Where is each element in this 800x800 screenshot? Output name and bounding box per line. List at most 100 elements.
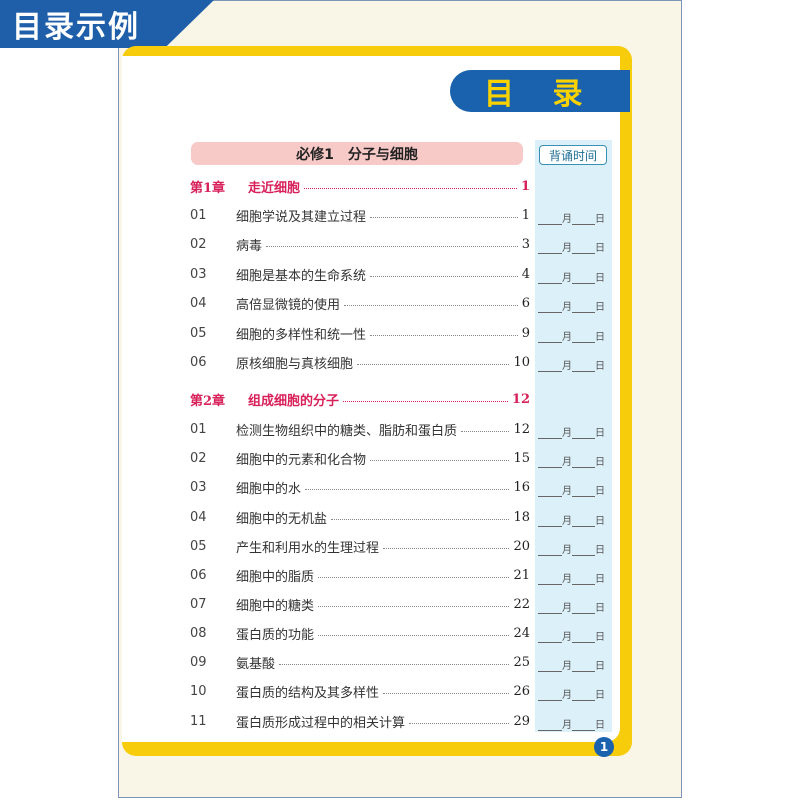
recite-date-slot[interactable]: 月日 <box>538 652 610 672</box>
day-blank[interactable] <box>572 630 595 643</box>
toc-item-row[interactable]: 01 检测生物组织中的糖类、脂肪和蛋白质 12 <box>190 418 530 440</box>
recite-date-slot[interactable]: 月日 <box>538 477 610 497</box>
day-blank[interactable] <box>572 688 595 701</box>
dot-leader <box>383 547 510 549</box>
toc-item-row[interactable]: 06 细胞中的脂质 21 <box>190 564 530 586</box>
dot-leader <box>266 245 518 247</box>
month-blank[interactable] <box>538 601 562 614</box>
day-blank[interactable] <box>572 330 595 343</box>
item-number: 02 <box>190 236 207 252</box>
toc-item-row[interactable]: 08 蛋白质的功能 24 <box>190 622 530 644</box>
recite-date-slot[interactable]: 月日 <box>538 419 610 439</box>
month-blank[interactable] <box>538 359 562 372</box>
item-number: 08 <box>190 625 207 641</box>
month-blank[interactable] <box>538 330 562 343</box>
dot-leader <box>318 605 510 607</box>
toc-item-row[interactable]: 07 细胞中的糖类 22 <box>190 593 530 615</box>
toc-item-row[interactable]: 03 细胞中的水 16 <box>190 476 530 498</box>
month-blank[interactable] <box>538 514 562 527</box>
month-blank[interactable] <box>538 659 562 672</box>
month-blank[interactable] <box>538 426 562 439</box>
item-title: 细胞是基本的生命系统 <box>236 268 367 284</box>
toc-item-row[interactable]: 04 高倍显微镜的使用 6 <box>190 292 530 314</box>
day-blank[interactable] <box>572 241 595 254</box>
day-label: 日 <box>595 545 605 556</box>
recite-date-slot[interactable]: 月日 <box>538 711 610 731</box>
day-blank[interactable] <box>572 572 595 585</box>
toc-item-row[interactable]: 10 蛋白质的结构及其多样性 26 <box>190 680 530 702</box>
chapter-title: 走近细胞 <box>248 180 301 196</box>
recite-date-slot[interactable]: 月日 <box>538 681 610 701</box>
item-number: 10 <box>190 683 207 699</box>
day-blank[interactable] <box>572 300 595 313</box>
module-heading: 必修1 分子与细胞 <box>191 142 523 165</box>
day-blank[interactable] <box>572 212 595 225</box>
page-ref: 1 <box>521 207 530 223</box>
toc-item-row[interactable]: 02 细胞中的元素和化合物 15 <box>190 447 530 469</box>
day-blank[interactable] <box>572 718 595 731</box>
day-blank[interactable] <box>572 659 595 672</box>
chapter-label: 第2章 <box>190 393 226 409</box>
recite-date-slot[interactable]: 月日 <box>538 565 610 585</box>
month-label: 月 <box>562 273 572 284</box>
day-label: 日 <box>595 574 605 585</box>
recite-date-slot[interactable]: 月日 <box>538 205 610 225</box>
recite-date-slot[interactable]: 月日 <box>538 352 610 372</box>
item-title: 原核细胞与真核细胞 <box>236 356 354 372</box>
month-blank[interactable] <box>538 718 562 731</box>
day-blank[interactable] <box>572 271 595 284</box>
day-blank[interactable] <box>572 359 595 372</box>
day-label: 日 <box>595 457 605 468</box>
day-label: 日 <box>595 632 605 643</box>
item-title: 高倍显微镜的使用 <box>236 297 341 313</box>
month-blank[interactable] <box>538 572 562 585</box>
month-blank[interactable] <box>538 241 562 254</box>
day-blank[interactable] <box>572 514 595 527</box>
toc-item-row[interactable]: 09 氨基酸 25 <box>190 651 530 673</box>
recite-date-slot[interactable]: 月日 <box>538 234 610 254</box>
recite-date-slot[interactable]: 月日 <box>538 293 610 313</box>
month-blank[interactable] <box>538 455 562 468</box>
day-label: 日 <box>595 603 605 614</box>
dot-leader <box>461 430 510 432</box>
item-number: 01 <box>190 207 207 223</box>
toc-chapter-row[interactable]: 第2章 组成细胞的分子 12 <box>190 388 530 410</box>
month-blank[interactable] <box>538 630 562 643</box>
page-ref: 24 <box>513 625 530 641</box>
recite-date-slot[interactable]: 月日 <box>538 623 610 643</box>
chapter-label: 第1章 <box>190 180 226 196</box>
day-blank[interactable] <box>572 484 595 497</box>
month-blank[interactable] <box>538 300 562 313</box>
toc-item-row[interactable]: 03 细胞是基本的生命系统 4 <box>190 263 530 285</box>
month-blank[interactable] <box>538 271 562 284</box>
month-label: 月 <box>562 603 572 614</box>
recite-date-slot[interactable]: 月日 <box>538 536 610 556</box>
day-blank[interactable] <box>572 601 595 614</box>
month-blank[interactable] <box>538 688 562 701</box>
item-title: 细胞中的脂质 <box>236 569 315 585</box>
page-ref: 21 <box>513 567 530 583</box>
toc-item-row[interactable]: 06 原核细胞与真核细胞 10 <box>190 351 530 373</box>
chapter-title: 组成细胞的分子 <box>248 393 340 409</box>
day-blank[interactable] <box>572 426 595 439</box>
toc-item-row[interactable]: 05 细胞的多样性和统一性 9 <box>190 322 530 344</box>
item-number: 06 <box>190 354 207 370</box>
toc-chapter-row[interactable]: 第1章 走近细胞 1 <box>190 175 530 197</box>
month-blank[interactable] <box>538 212 562 225</box>
toc-item-row[interactable]: 04 细胞中的无机盐 18 <box>190 506 530 528</box>
recite-date-slot[interactable]: 月日 <box>538 448 610 468</box>
day-blank[interactable] <box>572 543 595 556</box>
recite-date-slot[interactable]: 月日 <box>538 594 610 614</box>
toc-item-row[interactable]: 02 病毒 3 <box>190 233 530 255</box>
day-label: 日 <box>595 690 605 701</box>
toc-item-row[interactable]: 11 蛋白质形成过程中的相关计算 29 <box>190 710 530 732</box>
day-blank[interactable] <box>572 455 595 468</box>
toc-item-row[interactable]: 05 产生和利用水的生理过程 20 <box>190 535 530 557</box>
month-blank[interactable] <box>538 484 562 497</box>
recite-date-slot[interactable]: 月日 <box>538 264 610 284</box>
toc-item-row[interactable]: 01 细胞学说及其建立过程 1 <box>190 204 530 226</box>
item-number: 04 <box>190 509 207 525</box>
month-blank[interactable] <box>538 543 562 556</box>
recite-date-slot[interactable]: 月日 <box>538 507 610 527</box>
recite-date-slot[interactable]: 月日 <box>538 323 610 343</box>
